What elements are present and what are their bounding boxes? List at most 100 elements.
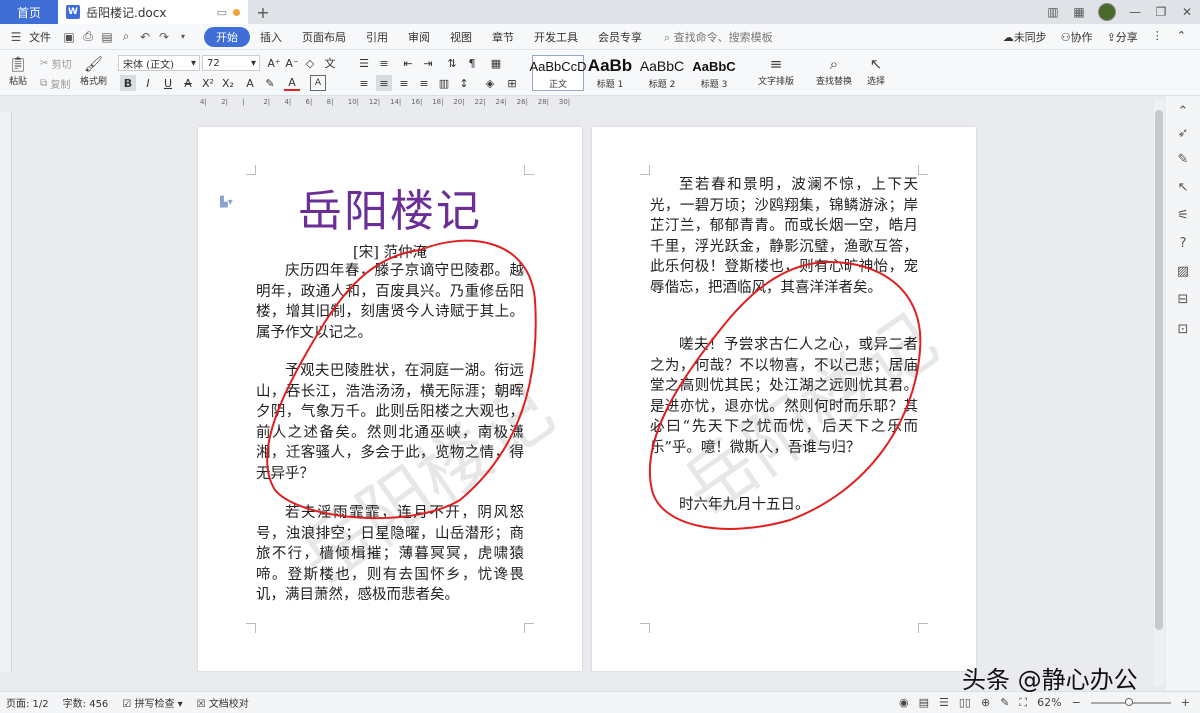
tab-chapter[interactable]: 章节 bbox=[482, 27, 524, 47]
cut-button[interactable]: ✂ 剪切 bbox=[40, 56, 72, 71]
more-icon[interactable]: ⋮ bbox=[1152, 29, 1163, 45]
collapse-up-icon[interactable]: ⌃ bbox=[1175, 104, 1191, 120]
grow-font-icon[interactable]: A⁺ bbox=[266, 55, 282, 71]
clear-format-icon[interactable]: ◇ bbox=[302, 55, 318, 71]
monitor-icon[interactable]: ▭ bbox=[217, 6, 227, 19]
reader-icon[interactable]: ⊡ bbox=[1175, 322, 1191, 338]
hamburger-icon[interactable]: ☰ bbox=[8, 29, 24, 45]
tab-document[interactable]: W 岳阳楼记.docx ▭ bbox=[58, 0, 248, 24]
font-name-select[interactable]: 宋体 (正文) ▾ bbox=[118, 55, 200, 71]
distribute-icon[interactable]: ▥ bbox=[436, 75, 452, 91]
save-icon[interactable]: ▣ bbox=[61, 29, 77, 45]
tab-insert[interactable]: 插入 bbox=[250, 27, 292, 47]
vertical-ruler[interactable] bbox=[0, 112, 12, 672]
page-view-icon[interactable]: ▤ bbox=[919, 696, 929, 709]
pen-icon[interactable]: ✎ bbox=[1175, 152, 1191, 168]
style-normal[interactable]: AaBbCcD 正文 bbox=[529, 55, 587, 91]
page-1[interactable]: ▙▾ 岳阳楼记 岳阳楼记 [宋] 范仲淹 庆历四年春，滕子京谪守巴陵郡。越明年，… bbox=[198, 127, 582, 671]
preview-icon[interactable]: ⌕ bbox=[118, 29, 134, 45]
zoom-out-icon[interactable]: − bbox=[1072, 696, 1081, 709]
find-replace-button[interactable]: ⌕ 查找替换 bbox=[816, 54, 852, 87]
font-color-icon[interactable]: A bbox=[284, 75, 300, 91]
proofread-button[interactable]: ☒ 文档校对 bbox=[197, 695, 249, 710]
sync-button[interactable]: ☁未同步 bbox=[1003, 29, 1047, 45]
undo-icon[interactable]: ↶ bbox=[137, 29, 153, 45]
align-right-icon[interactable]: ≡ bbox=[396, 75, 412, 91]
line-spacing-icon[interactable]: ↕ bbox=[456, 75, 472, 91]
read-view-icon[interactable]: ▯▯ bbox=[959, 696, 971, 709]
pointer-icon[interactable]: ↖ bbox=[1175, 180, 1191, 196]
page-indicator[interactable]: 页面: 1/2 bbox=[6, 695, 49, 710]
horizontal-ruler[interactable]: 4| 2| | 2| 4| 6| 8| 10| 12| 14| 16| 18| 20| 22| 24| 26|… bbox=[200, 98, 580, 110]
web-view-icon[interactable]: ⊕ bbox=[981, 696, 990, 709]
fit-page-icon[interactable]: ⛶ bbox=[1019, 696, 1027, 710]
bullet-list-icon[interactable]: ☰ bbox=[356, 55, 372, 71]
select-button[interactable]: ↖ 选择 bbox=[866, 54, 886, 87]
menu-file[interactable]: 文件 bbox=[27, 27, 61, 47]
outdent-icon[interactable]: ⇤ bbox=[400, 55, 416, 71]
underline-button[interactable]: U bbox=[160, 75, 176, 91]
print-icon[interactable]: ▤ bbox=[99, 29, 115, 45]
zoom-in-icon[interactable]: + bbox=[1181, 696, 1190, 709]
restore-icon[interactable]: ❐ bbox=[1148, 5, 1174, 19]
tab-page-layout[interactable]: 页面布局 bbox=[292, 27, 356, 47]
format-painter-button[interactable]: 🖌︎ 格式刷 bbox=[80, 54, 107, 87]
justify-icon[interactable]: ≡ bbox=[416, 75, 432, 91]
avatar[interactable] bbox=[1098, 3, 1116, 21]
scroll-thumb[interactable] bbox=[1155, 110, 1163, 630]
indent-icon[interactable]: ⇥ bbox=[420, 55, 436, 71]
char-border-icon[interactable]: A bbox=[310, 75, 326, 91]
show-marks-icon[interactable]: ¶ bbox=[464, 55, 480, 71]
eye-icon[interactable]: ◉ bbox=[899, 696, 909, 709]
text-layout-button[interactable]: ≡ 文字排版 bbox=[758, 54, 794, 87]
style-heading3[interactable]: AaBbC 标题 3 bbox=[688, 55, 740, 91]
shrink-font-icon[interactable]: A⁻ bbox=[284, 55, 300, 71]
highlight-icon[interactable]: ✎ bbox=[262, 75, 278, 91]
number-list-icon[interactable]: ≡ bbox=[376, 55, 392, 71]
grid-icon[interactable]: ▦ bbox=[1066, 5, 1092, 19]
zoom-knob[interactable] bbox=[1124, 697, 1133, 706]
strikethrough-button[interactable]: A bbox=[180, 75, 196, 91]
collapse-icon[interactable]: ⌃ bbox=[1177, 29, 1186, 45]
sliders-icon[interactable]: ⚟ bbox=[1175, 208, 1191, 224]
tab-review[interactable]: 审阅 bbox=[398, 27, 440, 47]
tab-member[interactable]: 会员专享 bbox=[588, 27, 652, 47]
minimize-icon[interactable]: — bbox=[1122, 5, 1148, 19]
outline-view-icon[interactable]: ☰ bbox=[939, 696, 949, 709]
rocket-icon[interactable]: ➶ bbox=[1175, 126, 1191, 142]
zoom-slider[interactable] bbox=[1090, 697, 1171, 706]
vertical-scrollbar[interactable] bbox=[1154, 100, 1164, 686]
write-icon[interactable]: ✎ bbox=[1000, 696, 1009, 709]
align-left-icon[interactable]: ≡ bbox=[356, 75, 372, 91]
borders-icon[interactable]: ⊞ bbox=[504, 75, 520, 91]
italic-button[interactable]: I bbox=[140, 75, 156, 91]
page-2[interactable]: 岳阳楼记 至若春和景明，波澜不惊，上下天光，一碧万顷；沙鸥翔集，锦鳞游泳；岸芷汀… bbox=[592, 127, 976, 671]
new-tab-button[interactable]: + bbox=[248, 0, 278, 24]
share-button[interactable]: ⇪分享 bbox=[1107, 29, 1138, 45]
book-icon[interactable]: ⊟ bbox=[1175, 292, 1191, 308]
font-size-select[interactable]: 72 ▾ bbox=[202, 55, 260, 71]
tab-view[interactable]: 视图 bbox=[440, 27, 482, 47]
layout-icon[interactable]: ▥ bbox=[1040, 5, 1066, 19]
tab-start[interactable]: 开始 bbox=[204, 26, 250, 47]
zoom-level[interactable]: 62% bbox=[1037, 696, 1061, 709]
superscript-button[interactable]: X² bbox=[200, 75, 216, 91]
redo-icon[interactable]: ↷ bbox=[156, 29, 172, 45]
spellcheck-button[interactable]: ☑ 拼写检查 ▾ bbox=[122, 695, 182, 710]
close-icon[interactable]: ✕ bbox=[1174, 5, 1200, 19]
bold-button[interactable]: B bbox=[120, 75, 136, 91]
style-heading1[interactable]: AaBb 标题 1 bbox=[584, 55, 636, 91]
sort-icon[interactable]: ⇅ bbox=[444, 55, 460, 71]
paste-button[interactable]: 📋︎ 粘贴 bbox=[8, 54, 28, 87]
style-heading2[interactable]: AaBbC 标题 2 bbox=[636, 55, 688, 91]
image-icon[interactable]: ▨ bbox=[1175, 264, 1191, 280]
text-effect-icon[interactable]: A bbox=[242, 75, 258, 91]
tab-home[interactable]: 首页 bbox=[0, 0, 58, 24]
tab-references[interactable]: 引用 bbox=[356, 27, 398, 47]
tab-developer[interactable]: 开发工具 bbox=[524, 27, 588, 47]
subscript-button[interactable]: X₂ bbox=[220, 75, 236, 91]
chevron-down-icon[interactable]: ▾ bbox=[175, 29, 191, 45]
command-search[interactable]: ⌕ 查找命令、搜索模板 bbox=[652, 29, 773, 45]
shading-icon[interactable]: ◈ bbox=[482, 75, 498, 91]
para-border-icon[interactable]: ▦ bbox=[488, 55, 504, 71]
